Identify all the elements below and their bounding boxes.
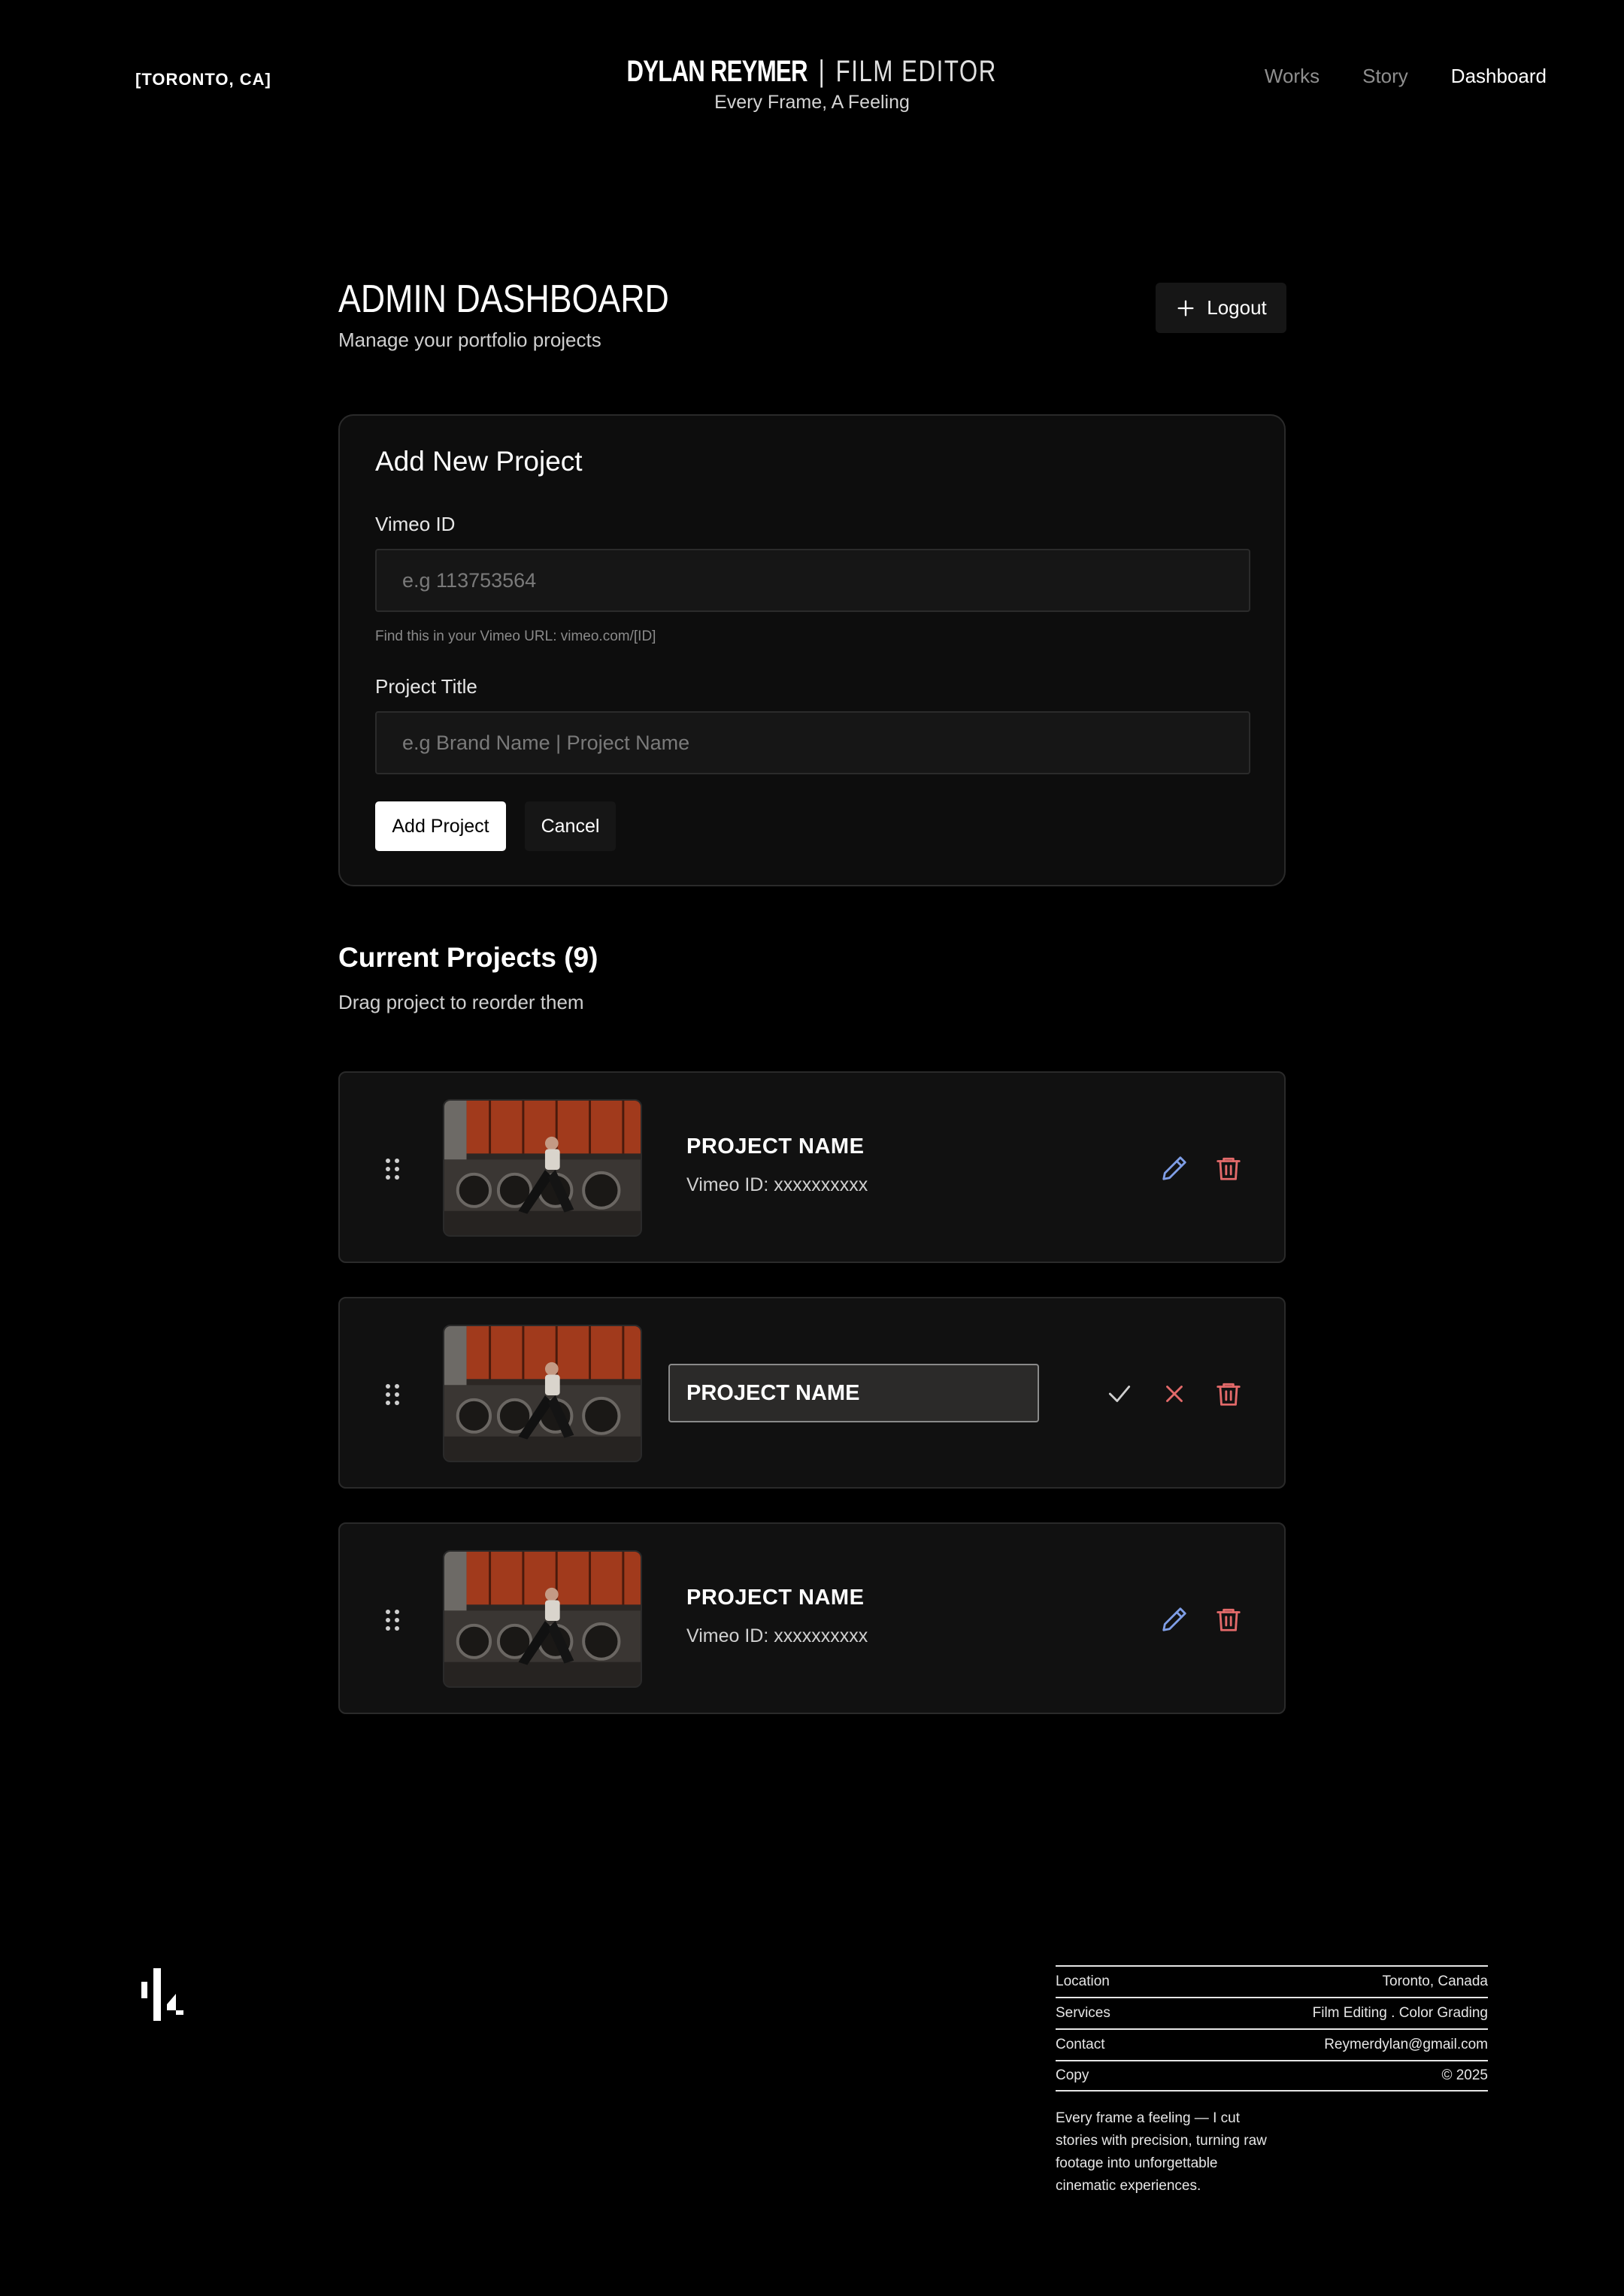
edit-button[interactable] (1156, 1150, 1193, 1187)
main-nav: Works Story Dashboard (1265, 65, 1547, 88)
current-projects-heading: Current Projects (9) (338, 942, 598, 973)
footer-key: Contact (1056, 2037, 1105, 2052)
footer-key: Services (1056, 2005, 1110, 2021)
nav-dashboard[interactable]: Dashboard (1451, 65, 1547, 88)
brand-name: DYLAN REYMER (626, 55, 808, 88)
footer-logo (141, 1968, 183, 2021)
footer-contact-email[interactable]: Reymerdylan@gmail.com (1324, 2037, 1488, 2053)
footer-value: © 2025 (1441, 2067, 1488, 2083)
project-thumbnail (443, 1550, 642, 1688)
vimeo-id-label: Vimeo ID (375, 513, 456, 535)
footer-key: Location (1056, 1973, 1110, 1989)
page-title: ADMIN DASHBOARD (338, 277, 669, 321)
cancel-edit-button[interactable] (1156, 1375, 1193, 1413)
check-icon (1108, 1386, 1131, 1402)
nav-story[interactable]: Story (1362, 65, 1408, 88)
footer-value: Toronto, Canada (1382, 1973, 1489, 1989)
nav-works[interactable]: Works (1265, 65, 1320, 88)
vimeo-id-hint: Find this in your Vimeo URL: vimeo.com/[… (375, 629, 656, 644)
project-title-label: Project Title (375, 675, 477, 698)
confirm-button[interactable] (1101, 1375, 1138, 1413)
project-vimeo-id: Vimeo ID: xxxxxxxxxx (686, 1625, 868, 1646)
footer-row-location: Location Toronto, Canada (1056, 1965, 1488, 1997)
plus-icon (1177, 300, 1194, 316)
add-project-button[interactable]: Add Project (375, 801, 506, 851)
project-vimeo-id: Vimeo ID: xxxxxxxxxx (686, 1174, 868, 1195)
footer-value: Film Editing . Color Grading (1312, 2005, 1488, 2021)
page-subtitle: Manage your portfolio projects (338, 329, 601, 351)
brand-wordmark[interactable]: DYLAN REYMER | FILM EDITOR (627, 53, 997, 90)
project-card[interactable]: PROJECT NAME Vimeo ID: xxxxxxxxxx (338, 1071, 1286, 1263)
vimeo-id-input[interactable] (375, 549, 1250, 612)
footer-blurb: Every frame a feeling — I cut stories wi… (1056, 2110, 1267, 2194)
project-card-editing[interactable] (338, 1297, 1286, 1489)
drag-handle-icon[interactable] (383, 1608, 401, 1632)
brand-tagline: Every Frame, A Feeling (714, 92, 910, 113)
cancel-button[interactable]: Cancel (525, 801, 616, 851)
project-thumbnail (443, 1099, 642, 1237)
footer-row-services: Services Film Editing . Color Grading (1056, 1997, 1488, 2028)
trash-icon (1216, 1608, 1241, 1631)
delete-button[interactable] (1210, 1375, 1247, 1413)
project-name-input[interactable] (668, 1364, 1039, 1422)
edit-button[interactable] (1156, 1601, 1193, 1638)
project-title-input[interactable] (375, 711, 1250, 774)
footer-row-copy: Copy © 2025 (1056, 2060, 1488, 2092)
footer-row-contact: Contact Reymerdylan@gmail.com (1056, 2028, 1488, 2060)
add-project-title: Add New Project (375, 446, 583, 477)
add-project-card: Add New Project Vimeo ID Find this in yo… (338, 414, 1286, 886)
close-icon (1166, 1386, 1183, 1402)
current-projects-subtitle: Drag project to reorder them (338, 991, 584, 1013)
delete-button[interactable] (1210, 1601, 1247, 1638)
footer-key: Copy (1056, 2067, 1089, 2083)
footer-info-table: Location Toronto, Canada Services Film E… (1056, 1965, 1488, 2092)
logout-label: Logout (1207, 296, 1267, 319)
project-name: PROJECT NAME (686, 1586, 865, 1610)
project-thumbnail (443, 1325, 642, 1462)
brand-role: FILM EDITOR (835, 55, 998, 88)
drag-handle-icon[interactable] (383, 1157, 401, 1181)
trash-icon (1216, 1157, 1241, 1180)
brand-separator: | (818, 55, 826, 88)
project-card[interactable]: PROJECT NAME Vimeo ID: xxxxxxxxxx (338, 1522, 1286, 1714)
delete-button[interactable] (1210, 1150, 1247, 1187)
pencil-icon (1162, 1607, 1186, 1631)
trash-icon (1216, 1383, 1241, 1406)
pencil-icon (1162, 1156, 1186, 1180)
logout-button[interactable]: Logout (1156, 283, 1286, 333)
drag-handle-icon[interactable] (383, 1383, 401, 1407)
project-name: PROJECT NAME (686, 1134, 865, 1159)
